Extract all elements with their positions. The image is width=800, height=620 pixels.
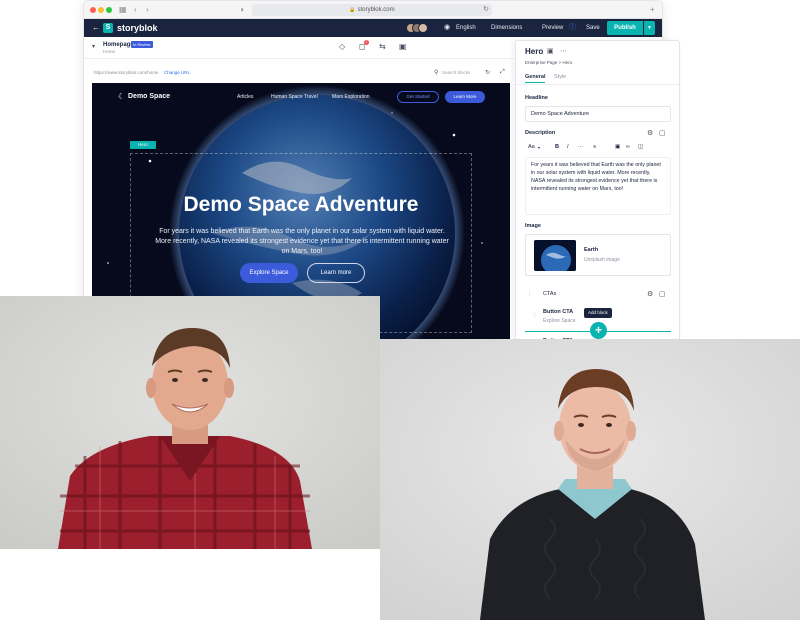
list-icon[interactable]: ≡ — [593, 144, 596, 150]
expand-icon[interactable]: ⤢ — [500, 69, 505, 76]
chevron-down-icon[interactable]: ⋮ — [527, 291, 532, 297]
team-photo-right — [380, 339, 800, 620]
address-text: storyblok.com — [357, 7, 395, 13]
planet-logo-icon: ☾ — [118, 92, 126, 101]
button-cta-subtitle: Explore Space — [543, 318, 576, 324]
globe-icon: ◉ — [444, 24, 451, 31]
calendar-icon[interactable]: ▣ — [547, 47, 554, 55]
site-nav: ☾ Demo Space Articles Human Space Travel… — [92, 83, 510, 111]
new-tab-icon[interactable]: + — [650, 4, 655, 16]
storyblok-app-bar: ← S storyblok ◉ English Dimensions Previ… — [84, 19, 662, 37]
change-url-link[interactable]: Change URL — [164, 70, 190, 75]
tab-general[interactable]: General — [525, 74, 546, 83]
status-badge: In Review — [131, 41, 153, 48]
diamond-icon[interactable]: ◇ — [339, 42, 345, 51]
component-icon[interactable]: ◫ — [638, 144, 643, 150]
italic-button[interactable]: I — [567, 144, 569, 150]
learn-more-button[interactable]: Learn more — [307, 263, 365, 283]
address-bar[interactable]: 🔒 storyblok.com ↻ — [252, 4, 492, 16]
learn-more-nav-button[interactable]: Learn More — [445, 91, 485, 103]
image-label: Image — [525, 223, 541, 229]
team-photo-left — [0, 296, 380, 549]
hero-block-tag[interactable]: Hero — [130, 141, 156, 149]
add-block-button[interactable]: + — [590, 322, 607, 339]
breadcrumb[interactable]: Enterprise Page > Hero — [525, 60, 572, 65]
settings-sliders-icon[interactable]: ⇆ — [379, 42, 386, 51]
ctas-label: CTAs — [543, 291, 557, 297]
story-name[interactable]: Homepage — [103, 42, 134, 48]
earth-thumbnail — [534, 240, 576, 271]
sidebar-toggle-icon[interactable]: ▦ — [119, 4, 127, 16]
notification-badge: 2 — [364, 40, 369, 45]
language-selector[interactable]: English — [456, 19, 476, 37]
back-icon[interactable]: ‹ — [134, 4, 137, 16]
info-icon[interactable]: ⓘ — [569, 19, 576, 37]
divider — [516, 84, 679, 85]
font-size-dropdown[interactable]: Aa — [528, 144, 535, 150]
nav-link-human-space-travel[interactable]: Human Space Travel — [271, 94, 318, 100]
asset-source: Unsplash image — [584, 257, 620, 263]
chevron-down-icon[interactable]: ▾ — [538, 145, 540, 150]
comment-icon[interactable]: ▢ — [659, 290, 666, 298]
forward-icon[interactable]: › — [146, 4, 149, 16]
comment-icon[interactable]: ▢ — [659, 129, 666, 137]
maximize-window-icon[interactable] — [106, 7, 112, 13]
drag-handle-icon[interactable]: ⋮ — [532, 312, 538, 319]
avatar — [418, 23, 428, 33]
gear-icon[interactable]: ⚙ — [647, 129, 653, 137]
image-asset-card[interactable]: Earth Unsplash image — [525, 234, 671, 276]
explore-space-button[interactable]: Explore Space — [240, 263, 298, 283]
chevron-down-icon[interactable]: ▾ — [92, 43, 95, 50]
refresh-icon[interactable]: ↻ — [485, 69, 490, 76]
description-label: Description — [525, 130, 556, 136]
storyblok-logo-icon: S — [103, 23, 113, 33]
description-editor[interactable]: For years it was believed that Earth was… — [525, 157, 671, 215]
chevron-down-icon[interactable]: ▼ — [644, 21, 655, 35]
bold-button[interactable]: B — [555, 144, 559, 150]
hero-description: For years it was believed that Earth was… — [155, 228, 449, 255]
shield-icon: ◑ — [239, 5, 244, 14]
lock-icon: 🔒 — [349, 7, 356, 13]
block-editor-panel: Hero ▣ ⋯ Enterprise Page > Hero General … — [515, 40, 680, 345]
preview-url-bar: https://www.storyblok.com/home Change UR… — [92, 66, 512, 81]
browser-chrome: ▦ ‹ › ◑ 🔒 storyblok.com ↻ + — [84, 1, 662, 19]
gear-icon[interactable]: ⚙ — [647, 290, 653, 298]
publish-button[interactable]: Publish — [607, 21, 643, 35]
close-window-icon[interactable] — [90, 7, 96, 13]
brand-name: storyblok — [117, 23, 158, 33]
more-formatting-button[interactable]: ··· — [578, 144, 584, 150]
image-icon[interactable]: ▣ — [615, 144, 620, 150]
link-icon[interactable]: ∞ — [626, 144, 630, 150]
hero-title: Demo Space Adventure — [183, 193, 419, 216]
panel-title: Hero — [525, 47, 544, 56]
add-block-tooltip: Add block — [584, 308, 612, 318]
save-button[interactable]: Save — [586, 19, 600, 37]
preview-button[interactable]: Preview — [542, 19, 563, 37]
more-options-icon[interactable]: ⋯ — [560, 47, 567, 55]
get-started-button[interactable]: Get Started — [397, 91, 439, 103]
reload-icon[interactable]: ↻ — [483, 4, 489, 16]
site-brand[interactable]: Demo Space — [128, 93, 170, 100]
minimize-window-icon[interactable] — [98, 7, 104, 13]
button-cta-item[interactable]: Button CTA — [543, 309, 573, 315]
story-slug: Home — [103, 49, 116, 54]
search-icon: ⚲ — [434, 70, 439, 76]
headline-label: Headline — [525, 95, 548, 101]
page-root: ▦ ‹ › ◑ 🔒 storyblok.com ↻ + ← S storyblok… — [0, 0, 800, 620]
asset-name: Earth — [584, 247, 599, 253]
calendar-icon[interactable]: ▣ — [399, 42, 407, 51]
back-arrow-icon[interactable]: ← — [92, 19, 100, 37]
search-blocks-input[interactable]: Search blocks — [442, 70, 470, 75]
tab-style[interactable]: Style — [554, 74, 566, 80]
editor-toolbar: ▾ Homepage In Review Home ◇ ◻ 2 ⇆ ▣ — [84, 37, 514, 59]
ctas-header: ⋮ CTAs ⚙ ▢ — [525, 288, 671, 302]
nav-link-mars-exploration[interactable]: Mars Exploration — [332, 94, 370, 100]
preview-url: https://www.storyblok.com/home — [94, 70, 159, 75]
headline-field[interactable]: Demo Space Adventure — [525, 106, 671, 122]
collaborator-avatars[interactable] — [406, 23, 428, 33]
nav-link-articles[interactable]: Articles — [237, 94, 253, 100]
rich-text-toolbar: Aa ▾ B I ··· ≡ ▣ ∞ ◫ — [525, 142, 671, 154]
dimensions-selector[interactable]: Dimensions — [491, 19, 522, 37]
